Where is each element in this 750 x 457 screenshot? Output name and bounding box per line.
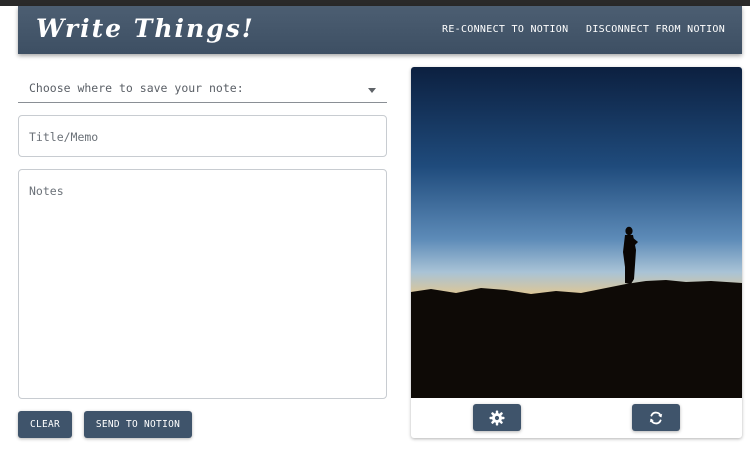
chevron-down-icon [368, 88, 376, 93]
disconnect-notion-button[interactable]: DISCONNECT FROM NOTION [586, 24, 725, 35]
notes-field[interactable] [18, 169, 387, 399]
refresh-icon [649, 411, 663, 424]
sunset-photo [411, 67, 742, 398]
reconnect-notion-button[interactable]: RE-CONNECT TO NOTION [442, 24, 568, 35]
send-to-notion-button[interactable]: SEND TO NOTION [84, 411, 192, 438]
gear-icon [489, 410, 505, 425]
app-title: Write Things! [36, 14, 255, 43]
notes-textarea[interactable] [29, 184, 374, 389]
refresh-button[interactable] [632, 404, 680, 431]
image-card [411, 67, 742, 438]
save-location-select[interactable]: Choose where to save your note: [18, 74, 387, 103]
clear-button[interactable]: CLEAR [18, 411, 72, 438]
save-location-placeholder: Choose where to save your note: [29, 81, 244, 95]
app-bar: Write Things! RE-CONNECT TO NOTION DISCO… [18, 6, 742, 54]
title-field[interactable] [18, 115, 387, 157]
title-input[interactable] [29, 129, 374, 145]
settings-button[interactable] [473, 404, 521, 431]
